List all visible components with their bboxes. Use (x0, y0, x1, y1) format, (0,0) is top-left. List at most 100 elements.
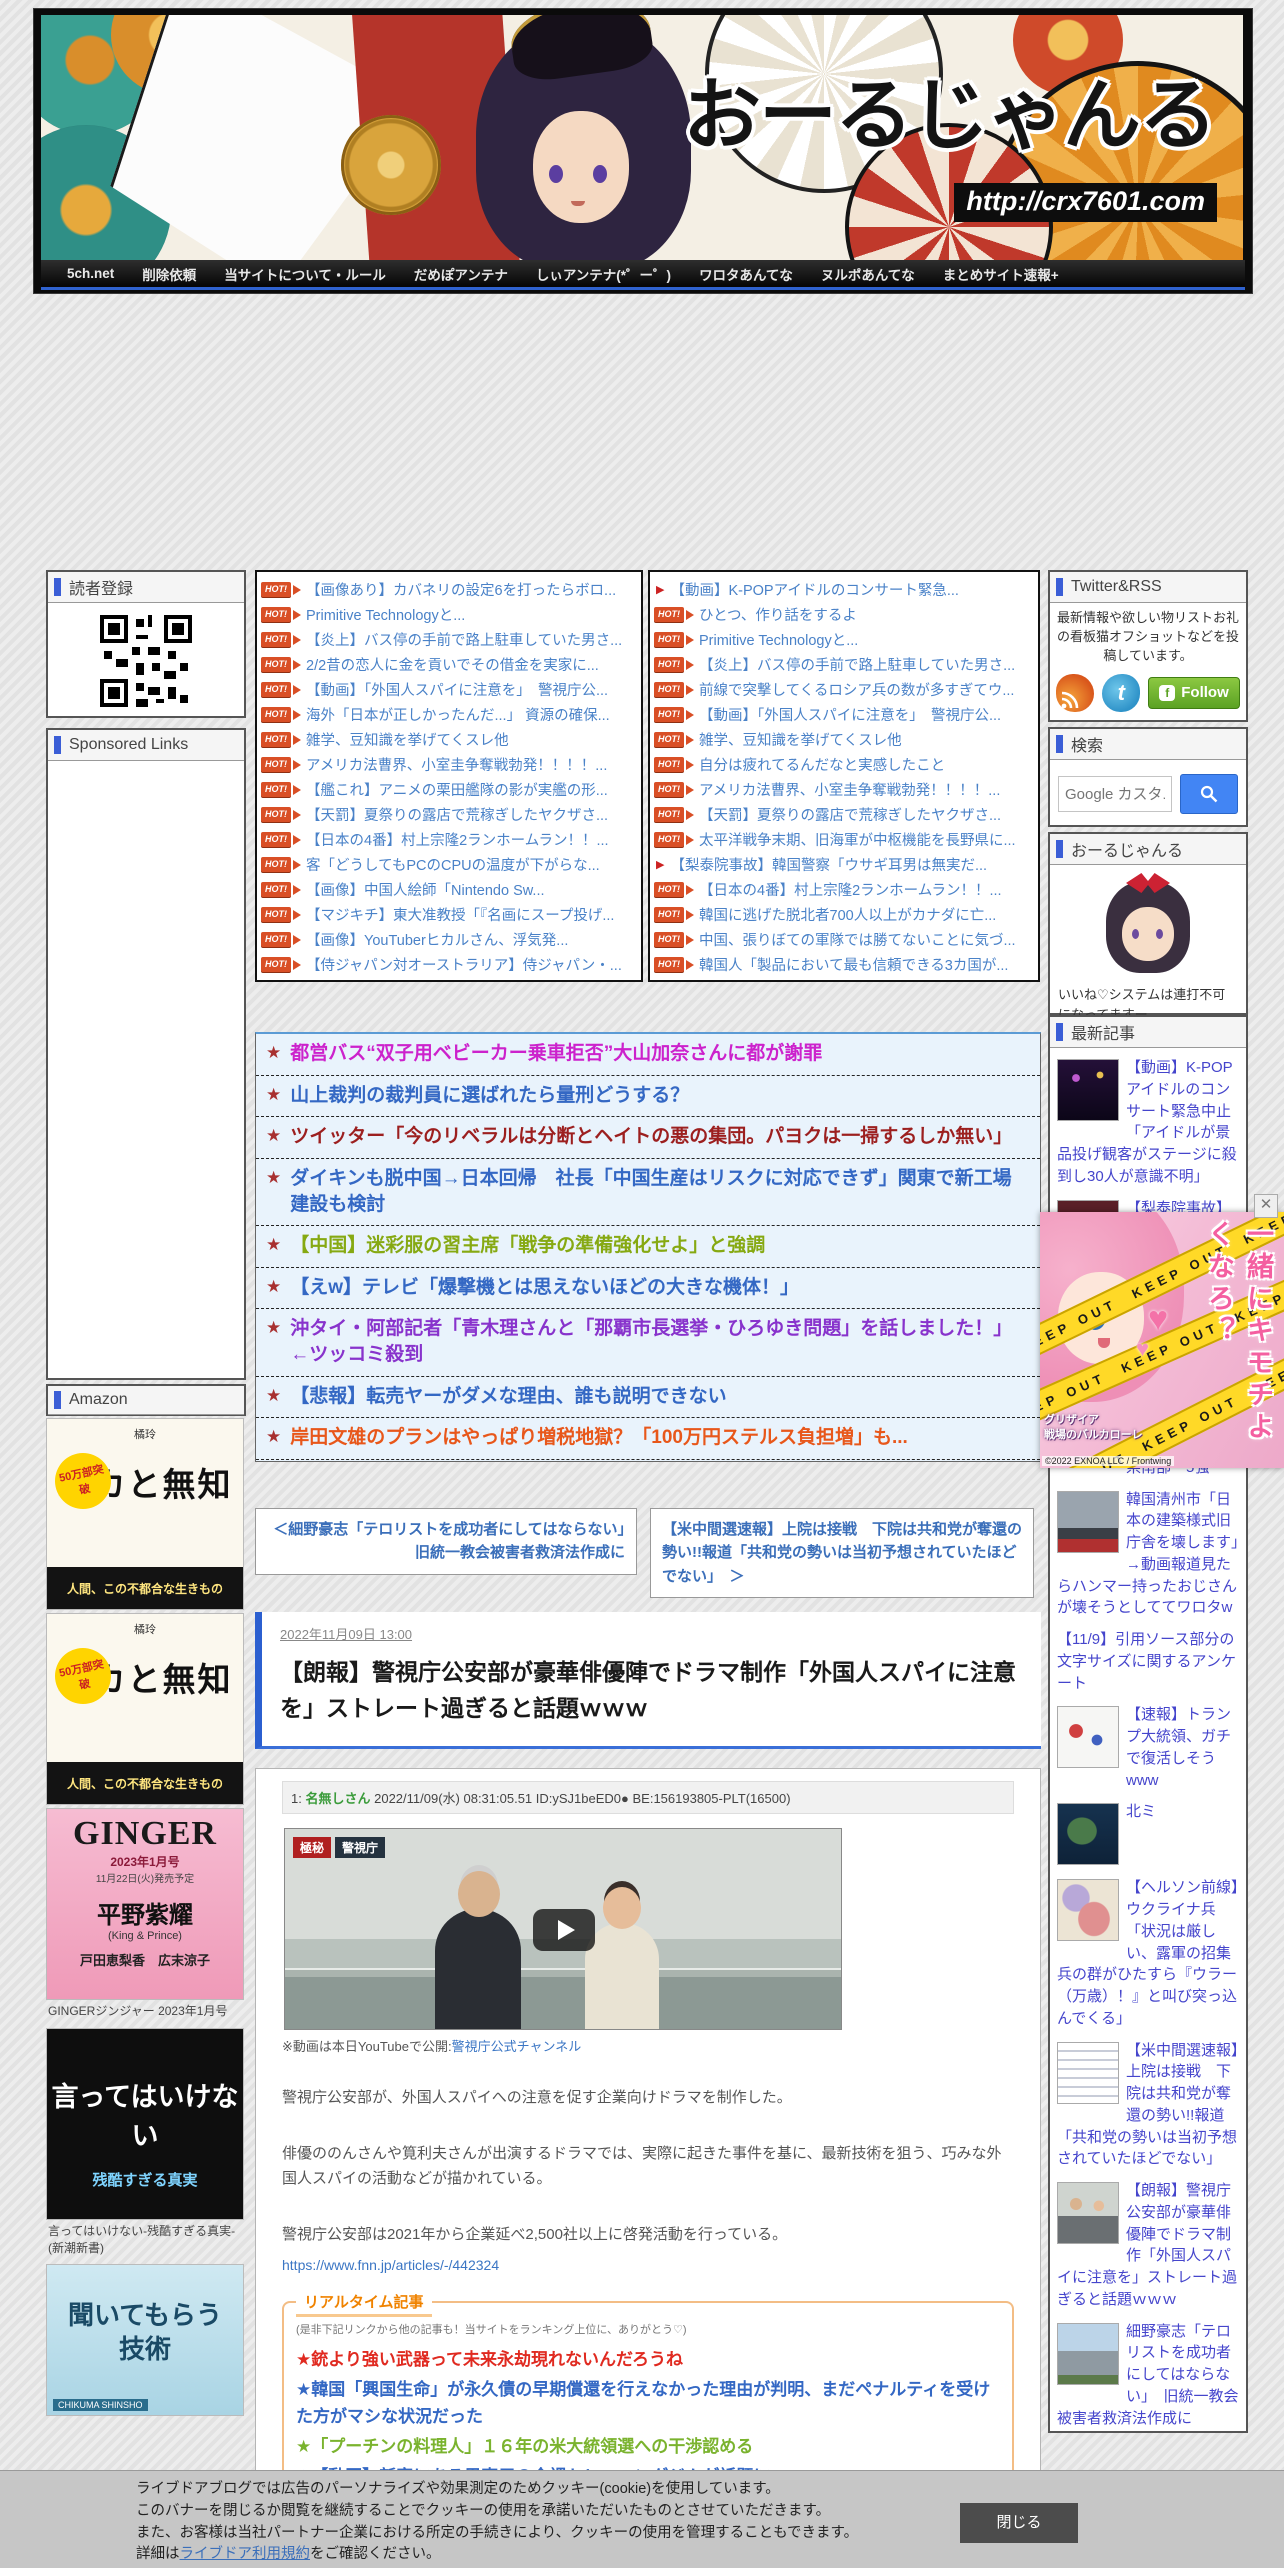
article-thumbnail (1057, 1879, 1119, 1942)
flame-arrow-icon (293, 884, 301, 895)
play-icon (557, 1920, 575, 1940)
headline-item[interactable]: ★ ダイキンも脱中国→日本回帰 社長「中国生産はリスクに対応できず」関東で新工場… (256, 1159, 1040, 1227)
hot-item-link: 前線で突撃してくるロシア兵の数が多すぎてウ... (699, 683, 1015, 699)
hot-badge: HOT! (654, 932, 684, 947)
source-link[interactable]: https://www.fnn.jp/articles/-/442324 (282, 2257, 1014, 2273)
headline-item[interactable]: ★ 【中国】迷彩服の習主席「戦争の準備強化せよ」と強調 (256, 1226, 1040, 1268)
hot-list-item[interactable]: ▶ 【梨泰院事故】韓国警察「ウサギ耳男は無実だ... (654, 852, 1034, 877)
feedly-follow-button[interactable]: f Follow (1148, 676, 1240, 709)
hot-list-item[interactable]: HOT! 【侍ジャパン対オーストラリア】侍ジャパン・... (261, 952, 637, 977)
twitter-icon[interactable]: t (1102, 673, 1141, 712)
realtime-item-link[interactable]: ★銃より強い武器って未来永劫現れないんだろうね (296, 2347, 1000, 2373)
latest-article-link[interactable]: 【11/9】引用ソース部分の文字サイズに関するアンケート (1055, 1624, 1241, 1699)
article-paragraph: 警視庁公安部が、外国人スパイへの注意を促す企業向けドラマを制作した。 (282, 2089, 792, 2106)
magazine-cover-ginger[interactable]: GINGER 2023年1月号 11月22日(火)発売予定 平野紫耀 (King… (46, 1808, 244, 2000)
play-button[interactable] (533, 1909, 595, 1951)
nav-link[interactable]: まとめサイト速報+ (929, 264, 1073, 284)
avatar (1096, 873, 1200, 977)
realtime-item-link[interactable]: ★「プーチンの料理人」１６年の米大統領選への干渉認める (296, 2434, 1000, 2460)
site-banner[interactable]: おーるじゃんる http://crx7601.com (41, 15, 1243, 261)
latest-article-link[interactable]: 細野豪志「テロリストを成功者にしてはならない」 旧統一教会被害者救済法作成に (1055, 2316, 1241, 2432)
next-article-link[interactable]: 【米中間選速報】上院は接戦 下院は共和党が奪還の勢い!!報道「共和党の勢いは当初… (650, 1508, 1034, 1598)
game-ad-banner[interactable]: KEEP OUT KEEP OUT KEEP OUT KEEP OUT KEEP… (1040, 1212, 1284, 1468)
hot-list-item[interactable]: HOT! 2/2昔の恋人に金を貢いでその借金を実家に... (261, 652, 637, 677)
nav-link[interactable]: ワロタあんてな (685, 264, 807, 284)
flame-arrow-icon (293, 934, 301, 945)
youtube-channel-link[interactable]: 警視庁公式チャンネル (452, 2039, 582, 2054)
headline-item[interactable]: ★ ツイッター「今のリベラルは分断とヘイトの悪の集団。パヨクは一掃するしか無い」 (256, 1117, 1040, 1159)
latest-article-link[interactable]: 北ミ (1055, 1796, 1241, 1872)
realtime-item-link[interactable]: ★韓国「興国生命」が永久債の早期償還を行えなかった理由が判明、まだペナルティを受… (296, 2377, 1000, 2430)
hot-list-item[interactable]: HOT! 【日本の4番】村上宗隆2ランホームラン！！... (654, 877, 1034, 902)
terms-link[interactable]: ライブドア利用規約 (180, 2546, 311, 2562)
hot-list-item[interactable]: HOT! 韓国人「製品において最も信頼できる3カ国が... (654, 952, 1034, 977)
search-input[interactable] (1058, 776, 1172, 812)
book-cover-ittewa-ikenai[interactable]: 言ってはいけない 残酷すぎる真実 (46, 2027, 244, 2220)
video-player[interactable]: 極秘 警視庁 (284, 1828, 842, 2030)
book-caption[interactable]: GINGERジンジャー 2023年1月号 (48, 2003, 244, 2020)
hot-list-item[interactable]: HOT! アメリカ法曹界、小室圭争奪戦勃発！！！！... (654, 777, 1034, 802)
hot-list-item[interactable]: HOT! ひとつ、作り話をするよ (654, 602, 1034, 627)
flame-arrow-icon (293, 809, 301, 820)
hot-list-item[interactable]: HOT! 【天罰】夏祭りの露店で荒稼ぎしたヤクザさ... (261, 802, 637, 827)
hot-list-item[interactable]: HOT! 【動画】「外国人スパイに注意を」 警視庁公... (654, 702, 1034, 727)
nav-link[interactable]: 削除依頼 (128, 264, 210, 284)
hot-list-item[interactable]: HOT! 【艦これ】アニメの栗田艦隊の影が実艦の形... (261, 777, 637, 802)
headline-item[interactable]: ★ 沖タイ・阿部記者「青木理さんと「那覇市長選挙・ひろゆき問題」を話しました！」… (256, 1309, 1040, 1377)
latest-article-link[interactable]: 【米中間選速報】上院は接戦 下院は共和党が奪還の勢い!!報道「共和党の勢いは当初… (1055, 2035, 1241, 2176)
article-title[interactable]: 【朗報】警視庁公安部が豪華俳優陣でドラマ制作「外国人スパイに注意を」ストレート過… (280, 1655, 1023, 1726)
headline-item[interactable]: ★ 【えw】テレビ「爆撃機とは思えないほどの大きな機体！」 (256, 1268, 1040, 1310)
hot-list-item[interactable]: HOT! 【画像】中国人絵師「Nintendo Sw... (261, 877, 637, 902)
hot-list-item[interactable]: HOT! 自分は疲れてるんだなと実感したこと (654, 752, 1034, 777)
latest-article-link[interactable]: 韓国清州市「日本の建築様式旧庁舎を壊します」→動画報道見たらハンマー持ったおじさ… (1055, 1484, 1241, 1625)
nav-link[interactable]: 当サイトについて・ルール (210, 264, 400, 284)
hot-list-item[interactable]: HOT! アメリカ法曹界、小室圭争奪戦勃発！！！！... (261, 752, 637, 777)
headline-link: 【悲報】転売ヤーがダメな理由、誰も説明できない (290, 1385, 727, 1407)
rss-icon[interactable] (1056, 673, 1095, 712)
book-cover-baka-to-muchi[interactable]: 橘玲 バカと無知 50万部突破 人間、この不都合な生きもの (46, 1613, 244, 1805)
hot-list-item[interactable]: HOT! 【日本の4番】村上宗隆2ランホームラン！！... (261, 827, 637, 852)
headline-item[interactable]: ★ 都営バス“双子用ベビーカー乗車拒否”大山加奈さんに都が謝罪 (256, 1034, 1040, 1076)
hot-list-item[interactable]: HOT! 太平洋戦争末期、旧海軍が中枢機能を長野県に... (654, 827, 1034, 852)
hot-list-item[interactable]: HOT! 【炎上】バス停の手前で路上駐車していた男さ... (261, 627, 637, 652)
cookie-close-button[interactable]: 閉じる (960, 2503, 1078, 2543)
ad-close-button[interactable]: ✕ (1254, 1194, 1278, 1218)
hot-badge: HOT! (654, 957, 684, 972)
hot-list-item[interactable]: HOT! 【マジキチ】東大准教授「『名画にスープ投げ... (261, 902, 637, 927)
hot-list-item[interactable]: HOT! 中国、張りぼての軍隊では勝てないことに気づ... (654, 927, 1034, 952)
latest-article-link[interactable]: 【動画】K-POPアイドルのコンサート緊急中止「アイドルが景品投げ観客がステージ… (1055, 1052, 1241, 1193)
headline-item[interactable]: ★ 岸田文雄のプランはやっぱり増税地獄？「100万円ステルス負担増」も... (256, 1418, 1040, 1461)
hot-list-item[interactable]: HOT! 韓国に逃げた脱北者700人以上がカナダに亡... (654, 902, 1034, 927)
cookie-text: また、お客様は当社パートナー企業における所定の手続きにより、クッキーの使用を管理… (136, 2524, 859, 2541)
nav-link[interactable]: しぃアンテナ(*゜ー゜) (522, 264, 685, 284)
hot-list-item[interactable]: HOT! 【画像あり】カバネリの設定6を打ったらボロ... (261, 577, 637, 602)
book-cover-kiku-gijutsu[interactable]: 聞いてもらう 技術 CHIKUMA SHINSHO (46, 2264, 244, 2417)
book-caption[interactable]: 言ってはいけない-残酷すぎる真実-(新潮新書) (48, 2223, 244, 2257)
search-button[interactable] (1180, 774, 1238, 814)
prev-article-link[interactable]: ＜細野豪志「テロリストを成功者にしてはならない」 旧統一教会被害者救済法作成に (255, 1508, 640, 1575)
hot-list-item[interactable]: HOT! 【炎上】バス停の手前で路上駐車していた男さ... (654, 652, 1034, 677)
hot-list-item[interactable]: HOT! 雑学、豆知識を挙げてくスレ他 (654, 727, 1034, 752)
avatar-eye (1156, 929, 1163, 939)
headline-item[interactable]: ★ 山上裁判の裁判員に選ばれたら量刑どうする？ (256, 1076, 1040, 1118)
nav-link[interactable]: 5ch.net (53, 266, 128, 281)
hot-list-item[interactable]: HOT! Primitive Technologyと... (261, 602, 637, 627)
latest-article-link[interactable]: 【ヘルソン前線】ウクライナ兵「状況は厳しい、露軍の招集兵の群がひたすら『ウラー（… (1055, 1872, 1241, 2034)
hot-list-item[interactable]: HOT! 【画像】YouTuberヒカルさん、浮気発... (261, 927, 637, 952)
hot-list-item[interactable]: HOT! 前線で突撃してくるロシア兵の数が多すぎてウ... (654, 677, 1034, 702)
hot-list-item[interactable]: HOT! 客「どうしてもPCのCPUの温度が下がらな... (261, 852, 637, 877)
hot-list-item[interactable]: HOT! 【天罰】夏祭りの露店で荒稼ぎしたヤクザさ... (654, 802, 1034, 827)
headline-item[interactable]: ★ 【悲報】転売ヤーがダメな理由、誰も説明できない (256, 1377, 1040, 1419)
hot-list-item[interactable]: HOT! Primitive Technologyと... (654, 627, 1034, 652)
book-cover-baka-to-muchi[interactable]: 橘玲 バカと無知 50万部突破 人間、この不都合な生きもの (46, 1418, 244, 1610)
hot-list-item[interactable]: HOT! 雑学、豆知識を挙げてくスレ他 (261, 727, 637, 752)
latest-article-link[interactable]: 【速報】トランプ大統領、ガチで復活しそうwww (1055, 1699, 1241, 1796)
hot-list-item[interactable]: HOT! 【動画】「外国人スパイに注意を」 警視庁公... (261, 677, 637, 702)
article-thumbnail (1057, 2322, 1119, 2385)
nav-link[interactable]: ヌルポあんてな (807, 264, 929, 284)
nav-link[interactable]: だめぽアンテナ (400, 264, 522, 284)
hot-list-item[interactable]: ▶ 【動画】K-POPアイドルのコンサート緊急... (654, 577, 1034, 602)
latest-article-link[interactable]: 【朗報】警視庁公安部が豪華俳優陣でドラマ制作「外国人スパイに注意を」ストレート過… (1055, 2175, 1241, 2316)
headline-item[interactable]: ★ 【悲報】日本のステーキ肉さん、うっかり海外大会で無双してしまうww (256, 1460, 1040, 1461)
hot-list-item[interactable]: HOT! 海外「日本が正しかったんだ...」 資源の確保... (261, 702, 637, 727)
